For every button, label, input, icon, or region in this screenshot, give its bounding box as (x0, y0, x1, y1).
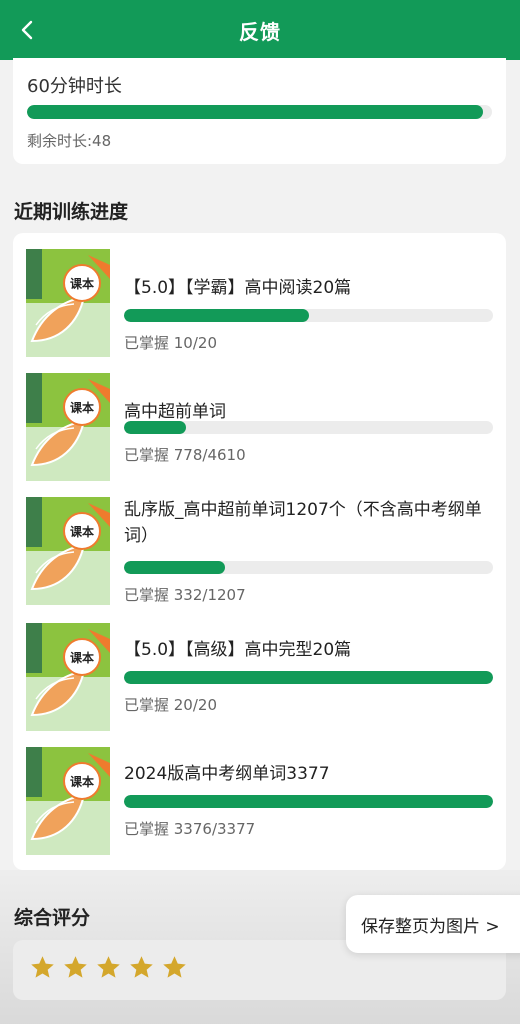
star-icon (31, 956, 54, 978)
book-cover: 课本 (26, 373, 110, 481)
item-mastered: 已掌握 20/20 (124, 696, 217, 714)
item-title: 【5.0】【高级】高中完型20篇 (124, 640, 352, 660)
time-card: 60分钟时长 剩余时长:48 (13, 58, 506, 164)
item-mastered: 已掌握 778/4610 (124, 446, 246, 464)
item-progress-bar (124, 309, 493, 322)
book-cover: 课本 (26, 497, 110, 605)
star-icon (97, 956, 120, 978)
item-title: 2024版高中考纲单词3377 (124, 764, 330, 784)
save-button-label: 保存整页为图片 > (361, 916, 500, 937)
overall-score-title: 综合评分 (14, 907, 91, 929)
duration-label: 60分钟时长 (27, 76, 122, 97)
star-icon (163, 956, 186, 978)
item-progress-fill (124, 671, 493, 684)
item-title: 【5.0】【学霸】高中阅读20篇 (124, 278, 352, 298)
item-title: 乱序版_高中超前单词1207个（不含高中考纲单词） (124, 500, 482, 546)
star-rating (29, 954, 188, 981)
recent-progress-card: 课本 【5.0】【学霸】高中阅读20篇 已掌握 10/20 课本 高中超前单词 … (13, 233, 506, 870)
cover-label: 课本 (69, 401, 94, 415)
item-progress-fill (124, 309, 309, 322)
item-mastered: 已掌握 10/20 (124, 334, 217, 352)
star-icon (64, 956, 87, 978)
item-progress-bar (124, 795, 493, 808)
recent-progress-title: 近期训练进度 (14, 201, 129, 223)
item-mastered: 已掌握 3376/3377 (124, 820, 256, 838)
time-progress-bar (27, 105, 492, 119)
list-item[interactable]: 课本 高中超前单词 已掌握 778/4610 (13, 369, 506, 493)
cover-label: 课本 (69, 525, 94, 539)
list-item[interactable]: 课本 乱序版_高中超前单词1207个（不含高中考纲单词） 已掌握 332/120… (13, 493, 506, 617)
item-progress-bar (124, 671, 493, 684)
item-progress-fill (124, 561, 226, 574)
save-page-as-image-button[interactable]: 保存整页为图片 > (346, 895, 520, 953)
item-progress-bar (124, 421, 493, 434)
item-progress-fill (124, 421, 187, 434)
list-item[interactable]: 课本 2024版高中考纲单词3377 已掌握 3376/3377 (13, 743, 506, 867)
list-item[interactable]: 课本 【5.0】【学霸】高中阅读20篇 已掌握 10/20 (13, 245, 506, 369)
book-cover: 课本 (26, 747, 110, 855)
book-cover: 课本 (26, 249, 110, 357)
cover-label: 课本 (69, 651, 94, 665)
star-icon (130, 956, 153, 978)
time-progress-fill (27, 105, 483, 119)
back-button[interactable] (12, 14, 44, 46)
cover-label: 课本 (69, 277, 94, 291)
cover-label: 课本 (69, 775, 94, 789)
item-progress-fill (124, 795, 493, 808)
item-progress-bar (124, 561, 493, 574)
page-title: 反馈 (239, 19, 281, 44)
chevron-left-icon (21, 20, 33, 40)
item-mastered: 已掌握 332/1207 (124, 586, 246, 604)
remaining-time: 剩余时长:48 (27, 132, 112, 150)
book-cover: 课本 (26, 623, 110, 731)
top-bar: 反馈 (0, 0, 520, 60)
list-item[interactable]: 课本 【5.0】【高级】高中完型20篇 已掌握 20/20 (13, 619, 506, 743)
